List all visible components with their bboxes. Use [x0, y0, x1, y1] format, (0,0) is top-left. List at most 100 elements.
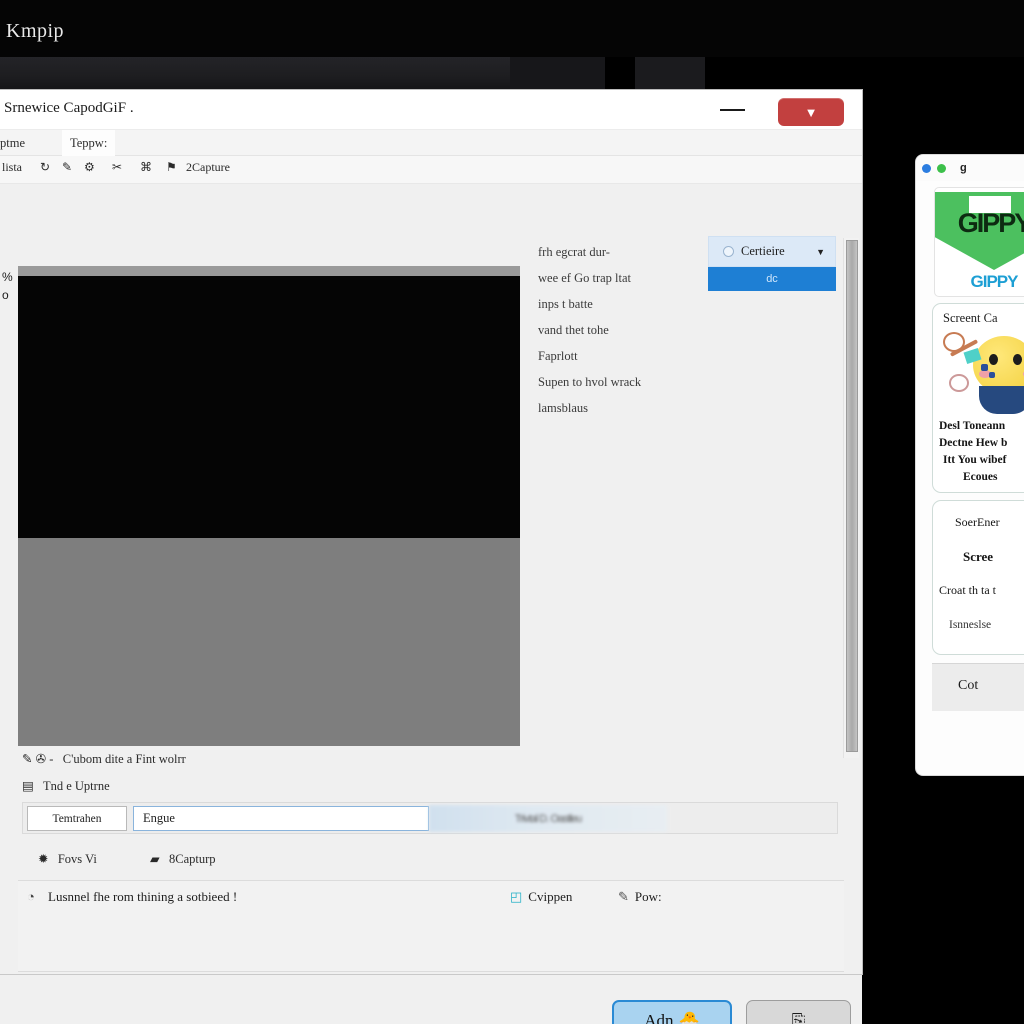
mascot-eye-right [1013, 354, 1022, 365]
list-icon: ▤ [22, 779, 34, 793]
logo-card: GIPPY GIPPY [934, 187, 1024, 297]
ok-button[interactable]: dc [708, 267, 836, 291]
info-icon: ◔ [27, 889, 35, 904]
camera-icon: ▰ [150, 852, 160, 866]
feature-card-a[interactable]: Screent Ca Desl Toneann Dectne Hew b Itt… [932, 303, 1024, 493]
info-line: frh egcrat dur- [538, 245, 610, 259]
preview-canvas[interactable] [18, 266, 520, 746]
logo-subtitle: GIPPY [970, 272, 1019, 291]
window-dot-green[interactable] [937, 163, 946, 173]
feature-card-b[interactable]: SoerEner Scree Croat th ta t Isnneslse [932, 500, 1024, 655]
info-line: wee ef Go trap ltat [538, 271, 632, 285]
window-title: Srnewice CapodGiF . [4, 100, 134, 116]
mascot-body [979, 386, 1024, 414]
option-label-uptime: Tnd e Uptrne [42, 779, 110, 793]
left-rail-glyph-1: % [2, 270, 13, 284]
taskbar-segment-a[interactable] [510, 57, 605, 90]
mascot-eye-left [989, 354, 998, 365]
capture-mode-dropdown[interactable]: Certieire ▼ [708, 236, 836, 267]
canvas-header-strip [18, 266, 520, 276]
secondary-button[interactable]: ⎘ [746, 1000, 851, 1024]
mascot-bubble-lower [949, 374, 969, 392]
left-rail: % o [2, 268, 18, 318]
option-row-fps[interactable]: ✹ Fovs Vi [38, 851, 97, 867]
canvas-empty-area[interactable] [18, 538, 520, 746]
browser-chrome: g [916, 155, 1024, 181]
ribbon-item-capture[interactable]: 2Capture [186, 160, 230, 175]
logo-arrow-shape: GIPPY [935, 192, 1024, 270]
info-line: vand thet tohe [538, 323, 609, 337]
ribbon-toolbar: lista ↻ ✎ ⚙ ✂ ⌘ ⚑ 2Capture [0, 156, 862, 184]
close-icon: ▼ [804, 104, 818, 120]
link-edit-label: Pow: [634, 889, 662, 904]
add-button-label: Adn [644, 1011, 674, 1024]
feature-card-a-title: Screent Ca [943, 311, 998, 325]
feature-card-b-line: SoerEner [955, 515, 1000, 529]
gear-icon[interactable]: ⚙ [84, 160, 95, 175]
mascot-dot-2 [989, 372, 995, 378]
option-row-custom[interactable]: ✎ ✇ - C'ubom dite a Fint wolrr [22, 751, 186, 767]
copy-icon: ⎘ [791, 1011, 806, 1024]
browser-footer-label: Cot [958, 678, 979, 693]
capture-app-window: Srnewice CapodGiF . ▼ ptme Teppw: lista … [0, 90, 862, 1024]
feature-card-a-line: Ecoues [963, 471, 998, 483]
dropdown-value: Certieire [741, 244, 785, 258]
canvas-recorded-area[interactable] [18, 276, 520, 538]
taskbar-segment-d[interactable] [705, 57, 1024, 90]
clipboard-icon: ◰ [510, 889, 523, 904]
ok-button-label: dc [766, 273, 778, 285]
vertical-scrollbar[interactable] [843, 238, 859, 758]
screenshot-root: Kmpip Srnewice CapodGiF . ▼ ptme Teppw: … [0, 0, 1024, 1024]
option-label-fps: Fovs Vi [57, 852, 97, 866]
browser-tab-label: g [960, 162, 967, 174]
taskbar-segment-c[interactable] [635, 57, 705, 90]
filename-field-row: Temtrahen Engue Trivtal D. Oastleu [22, 802, 838, 834]
field-decoration: Trivtal D. Oastleu [429, 805, 667, 832]
footer-action-bar: Adn 🐣 ⎘ [0, 974, 862, 1024]
ribbon-item-list[interactable]: lista [2, 160, 22, 175]
browser-window: g GIPPY GIPPY Screent Ca Desl Toneann De… [916, 155, 1024, 775]
title-bar: Srnewice CapodGiF . ▼ [0, 90, 862, 130]
ribbon-tab-strip: ptme Teppw: [0, 130, 862, 156]
left-rail-glyph-2: o [2, 288, 9, 302]
scrollbar-thumb[interactable] [846, 240, 858, 752]
taskbar-segment-b[interactable] [605, 57, 635, 90]
info-line: Faprlott [538, 349, 578, 363]
mascot-dot-1 [981, 364, 988, 371]
browse-button[interactable]: Temtrahen [27, 806, 127, 831]
info-line: lamsblaus [538, 401, 588, 415]
mascot-illustration [941, 330, 1024, 414]
edit-pencil-icon: ✎ [618, 889, 629, 904]
link-edit[interactable]: ✎ Pow: [618, 889, 662, 905]
browser-footer-bar[interactable]: Cot [932, 663, 1024, 711]
fps-icon: ✹ [38, 852, 49, 866]
refresh-icon[interactable]: ↻ [40, 160, 50, 175]
chevron-down-icon: ▼ [816, 246, 825, 257]
desktop-title: Kmpip [6, 20, 65, 42]
feature-card-a-line: Dectne Hew b [939, 437, 1008, 449]
flag-icon[interactable]: ⚑ [166, 160, 177, 175]
option-row-capture[interactable]: ▰ 8Capturp [150, 851, 216, 867]
feature-card-b-line: Scree [963, 549, 994, 564]
feature-card-a-line: Itt You wibef [943, 454, 1007, 466]
chick-emoji-icon: 🐣 [678, 1011, 700, 1024]
scissors-icon[interactable]: ✂ [112, 160, 122, 175]
link-clipboard-label: Cvippen [528, 889, 573, 904]
option-row-uptime[interactable]: ▤ Tnd e Uptrne [22, 778, 110, 794]
pencil-icon[interactable]: ✎ [62, 160, 72, 175]
minimize-button[interactable] [714, 101, 754, 119]
close-button[interactable]: ▼ [778, 98, 844, 126]
add-button[interactable]: Adn 🐣 [612, 1000, 732, 1024]
desktop-background: Kmpip [0, 0, 1024, 57]
custom-icons: ✎ ✇ - [22, 752, 54, 766]
window-dot-blue[interactable] [922, 163, 931, 173]
info-line: Supen to hvol wrack [538, 375, 642, 389]
filename-input[interactable]: Engue [133, 806, 429, 831]
tab-tools[interactable]: Teppw: [62, 130, 116, 156]
link-clipboard[interactable]: ◰ Cvippen [510, 889, 572, 905]
command-icon[interactable]: ⌘ [140, 160, 152, 175]
logo-wordmark: GIPPY [957, 208, 1024, 238]
feature-card-a-line: Desl Toneann [939, 420, 1006, 432]
tab-home[interactable]: ptme [0, 130, 33, 156]
feature-card-b-line: Croat th ta t [939, 583, 996, 597]
